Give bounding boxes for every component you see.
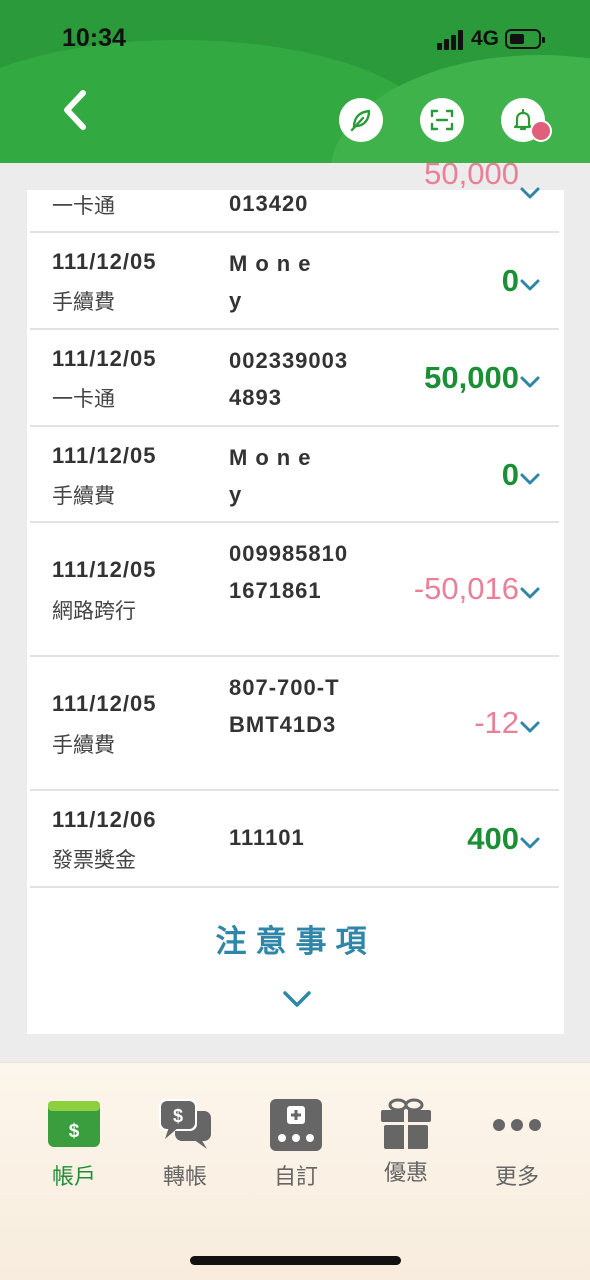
- network-type: 4G: [471, 27, 500, 50]
- transaction-row[interactable]: 111/12/05 手續費 Mone y 0: [30, 427, 559, 523]
- signal-icon: [437, 30, 469, 50]
- transaction-row[interactable]: 111/12/06 發票獎金 111101 400: [30, 791, 559, 888]
- transaction-amount: 0: [501, 457, 519, 492]
- leaf-icon: [350, 109, 371, 132]
- transaction-amount: -12: [474, 705, 519, 740]
- wallet-icon: $: [48, 1101, 100, 1147]
- transaction-type: 一卡通: [52, 194, 115, 218]
- tab-label: 自訂: [273, 1165, 318, 1190]
- transaction-date: 111/12/05: [52, 691, 157, 716]
- tab-offers[interactable]: 優惠: [351, 1097, 461, 1197]
- transaction-account: 807-700-TBMT41D3: [229, 675, 340, 737]
- transaction-amount: 400: [467, 821, 519, 856]
- scan-button[interactable]: [420, 98, 464, 142]
- chevron-left-icon: [64, 90, 86, 130]
- tab-transfer[interactable]: $ 轉帳: [130, 1097, 240, 1197]
- gift-icon: [381, 1098, 431, 1149]
- transaction-row[interactable]: 111/12/05 一卡通 0023390034893 50,000: [30, 330, 559, 427]
- tab-more[interactable]: 更多: [462, 1097, 572, 1197]
- tab-label: 優惠: [383, 1161, 428, 1186]
- chevron-down-icon[interactable]: [519, 186, 541, 200]
- transaction-date: 111/12/05: [52, 443, 157, 468]
- svg-text:$: $: [173, 1106, 183, 1126]
- transaction-account: 013420: [229, 191, 309, 216]
- custom-icon: [270, 1099, 322, 1151]
- transaction-account: Mone y: [229, 251, 319, 313]
- transaction-date: 111/12/05: [52, 249, 157, 274]
- transaction-type: 發票獎金: [52, 848, 136, 872]
- transaction-type: 手續費: [52, 290, 115, 314]
- app-header: 10:34 4G: [0, 0, 590, 163]
- transaction-row[interactable]: 111/12/05 手續費 807-700-TBMT41D3 -12: [30, 657, 559, 791]
- transaction-amount: 0: [501, 263, 519, 298]
- transaction-row[interactable]: 111/12/05 網路跨行 0099858101671861 -50,016: [30, 523, 559, 657]
- transaction-row[interactable]: 111/12/05 手續費 Mone y 0: [30, 233, 559, 330]
- back-button[interactable]: [55, 88, 99, 132]
- transaction-amount: 50,000: [424, 360, 519, 395]
- transaction-account: 111101: [229, 825, 305, 850]
- home-indicator[interactable]: [190, 1256, 401, 1265]
- status-bar: 10:34 4G: [0, 0, 590, 80]
- chevron-down-icon[interactable]: [282, 990, 312, 1008]
- chat-transfer-icon: $: [159, 1099, 211, 1149]
- chevron-down-icon[interactable]: [519, 278, 541, 292]
- transaction-type: 手續費: [52, 733, 115, 757]
- tab-label: 更多: [494, 1165, 539, 1190]
- leaf-button[interactable]: [339, 98, 383, 142]
- chevron-down-icon[interactable]: [519, 472, 541, 486]
- transaction-amount: -50,016: [413, 571, 519, 606]
- transaction-row[interactable]: 一卡通 013420 50,000: [30, 156, 559, 233]
- battery-icon: [505, 29, 545, 49]
- transaction-date: 111/12/06: [52, 807, 157, 832]
- tab-account[interactable]: $ 帳戶: [19, 1097, 129, 1197]
- notice-title[interactable]: 注意事項: [27, 916, 564, 961]
- transaction-date: 111/12/05: [52, 557, 157, 582]
- tab-custom[interactable]: 自訂: [241, 1097, 351, 1197]
- chevron-down-icon[interactable]: [519, 720, 541, 734]
- transaction-list: 一卡通 013420 50,000 111/12/05 手續費 Mone y 0…: [27, 156, 564, 1034]
- more-icon: [493, 1119, 541, 1131]
- tab-label: 轉帳: [162, 1165, 207, 1190]
- transaction-type: 網路跨行: [52, 599, 136, 623]
- chevron-down-icon[interactable]: [519, 586, 541, 600]
- transaction-type: 手續費: [52, 484, 115, 508]
- chevron-down-icon[interactable]: [519, 836, 541, 850]
- svg-text:$: $: [69, 1121, 80, 1142]
- transaction-date: 111/12/05: [52, 346, 157, 371]
- scan-icon: [430, 109, 454, 131]
- transaction-account: 0023390034893: [229, 348, 349, 410]
- tab-label: 帳戶: [51, 1165, 96, 1190]
- transaction-account: Mone y: [229, 445, 319, 507]
- transaction-type: 一卡通: [52, 387, 115, 411]
- status-time: 10:34: [62, 24, 126, 52]
- notification-badge: [530, 120, 552, 142]
- transaction-account: 0099858101671861: [229, 541, 349, 603]
- bottom-tab-bar: $ 帳戶 $ 轉帳 自訂 優惠 更多: [0, 1062, 590, 1280]
- chevron-down-icon[interactable]: [519, 375, 541, 389]
